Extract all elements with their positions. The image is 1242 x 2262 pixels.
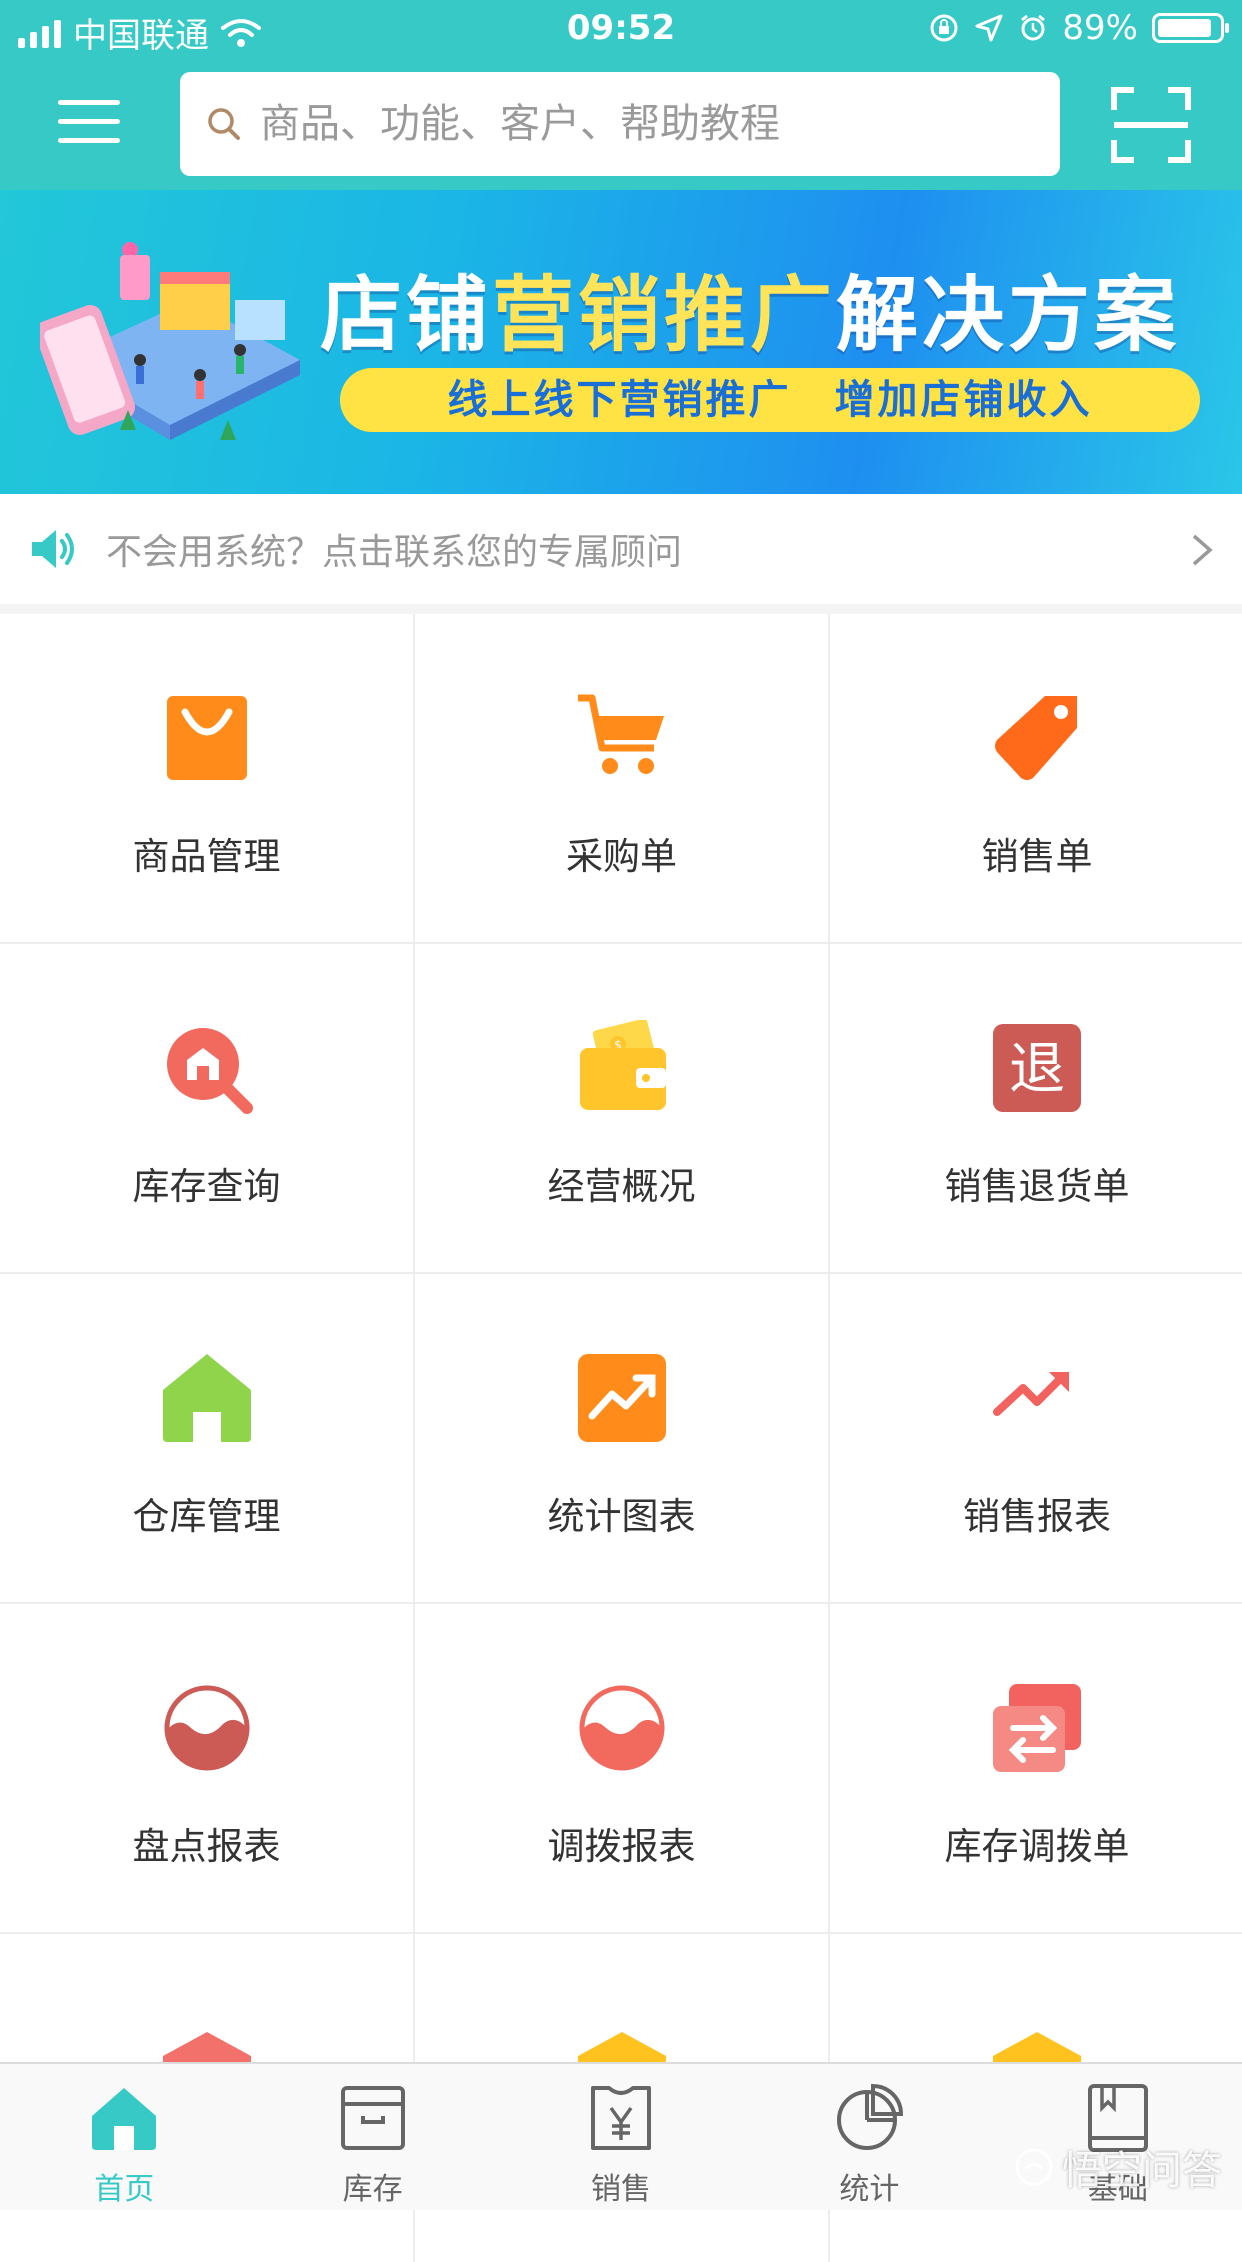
tab-label: 统计 <box>839 2172 900 2207</box>
watermark-text: 悟空问答 <box>1062 2148 1222 2194</box>
transfer-report-icon <box>579 1685 664 1771</box>
grid-item-label: 采购单 <box>566 835 677 878</box>
trend-chart-icon <box>577 1354 666 1442</box>
grid-item-label: 统计图表 <box>547 1495 696 1538</box>
search-icon <box>208 108 240 140</box>
transfer-icon <box>993 1684 1081 1772</box>
sales-yen-icon <box>591 2086 652 2150</box>
grid-item-label: 销售单 <box>981 835 1093 878</box>
grid-item-sales-order[interactable]: 销售单 <box>830 614 1242 942</box>
banner-subtitle: 线上线下营销推广 增加店铺收入 <box>340 368 1200 432</box>
hamburger-icon <box>58 100 120 105</box>
warehouse-icon <box>162 1354 251 1442</box>
advisor-notice[interactable]: 不会用系统？点击联系您的专属顾问 <box>0 494 1242 604</box>
grid-item-label: 商品管理 <box>132 835 281 878</box>
banner-title-part1: 店铺 <box>320 268 493 363</box>
inventory-box-icon <box>340 2086 405 2150</box>
tab-label: 库存 <box>342 2172 403 2207</box>
battery-percent: 89% <box>1062 8 1138 48</box>
banner-title-part2: 解决方案 <box>836 268 1181 363</box>
grid-item-label: 仓库管理 <box>132 1495 281 1538</box>
grid-item-label: 销售报表 <box>963 1495 1111 1538</box>
tab-statistics[interactable]: 统计 <box>745 2064 993 2210</box>
scan-icon[interactable] <box>1110 86 1192 164</box>
watermark: 悟空问答 <box>1014 2138 1222 2196</box>
grid-item-stock-transfer-order[interactable]: 库存调拨单 <box>830 1604 1242 1932</box>
search-input[interactable] <box>258 100 1060 148</box>
grid-item-transfer-report[interactable]: 调拨报表 <box>415 1604 828 1932</box>
function-grid: 商品管理 采购单 销售单 库存查询 $ 经营概况 退 销售退货单 仓库管理 统计… <box>0 614 1242 2262</box>
grid-item-label: 调拨报表 <box>547 1825 696 1868</box>
grid-item-purchase-order[interactable]: 采购单 <box>415 614 828 942</box>
chevron-right-icon <box>1192 534 1213 566</box>
banner-title: 店铺营销推广解决方案 <box>320 248 1180 367</box>
store-illustration-icon <box>40 242 300 440</box>
alarm-icon <box>1021 14 1046 41</box>
grid-item-sales-return[interactable]: 退 销售退货单 <box>830 944 1242 1272</box>
grid-item-label: 库存调拨单 <box>944 1825 1130 1868</box>
wallet-icon: $ <box>579 1020 666 1110</box>
menu-button[interactable] <box>58 100 120 146</box>
grid-item-label: 盘点报表 <box>132 1825 281 1868</box>
status-bar: 中国联通 09:52 89% <box>0 0 1242 60</box>
price-tag-icon <box>995 696 1077 780</box>
tab-home[interactable]: 首页 <box>0 2064 248 2210</box>
inventory-search-icon <box>166 1028 253 1114</box>
stocktake-icon <box>164 1685 249 1771</box>
tab-inventory[interactable]: 库存 <box>248 2064 496 2210</box>
grid-item-label: 库存查询 <box>132 1165 281 1208</box>
home-icon <box>92 2088 157 2150</box>
grid-item-business-overview[interactable]: $ 经营概况 <box>415 944 828 1272</box>
grid-item-inventory-query[interactable]: 库存查询 <box>0 944 413 1272</box>
banner-title-highlight: 营销推广 <box>492 268 837 363</box>
speaker-icon <box>32 530 74 568</box>
top-bar: 中国联通 09:52 89% <box>0 0 1242 190</box>
grid-item-label: 销售退货单 <box>944 1165 1130 1208</box>
cart-icon <box>577 694 664 774</box>
battery-icon <box>1152 13 1229 43</box>
tab-label: 首页 <box>94 2172 155 2207</box>
grid-item-statistics-charts[interactable]: 统计图表 <box>415 1274 828 1602</box>
location-icon <box>975 14 1003 42</box>
shopping-bag-icon <box>166 696 247 780</box>
grid-item-sales-report[interactable]: 销售报表 <box>830 1274 1242 1602</box>
return-glyph: 退 <box>1009 1037 1065 1102</box>
grid-item-label: 经营概况 <box>547 1165 696 1208</box>
sales-trend-icon <box>993 1372 1069 1416</box>
grid-item-product-management[interactable]: 商品管理 <box>0 614 413 942</box>
return-icon: 退 <box>993 1024 1081 1112</box>
watermark-logo-icon <box>1015 2148 1053 2186</box>
promo-banner[interactable]: 店铺营销推广解决方案 线上线下营销推广 增加店铺收入 <box>0 190 1242 494</box>
grid-item-stocktake-report[interactable]: 盘点报表 <box>0 1604 413 1932</box>
notice-text: 不会用系统？点击联系您的专属顾问 <box>106 532 683 573</box>
tab-sales[interactable]: 销售 <box>497 2064 745 2210</box>
pie-chart-icon <box>837 2083 904 2150</box>
tab-label: 销售 <box>591 2172 652 2207</box>
bottom-tab-bar: 首页 库存 销售 统计 基础 悟空问答 <box>0 2062 1242 2210</box>
rotation-lock-icon <box>930 14 958 42</box>
search-bar[interactable] <box>180 72 1060 176</box>
grid-item-warehouse-management[interactable]: 仓库管理 <box>0 1274 413 1602</box>
